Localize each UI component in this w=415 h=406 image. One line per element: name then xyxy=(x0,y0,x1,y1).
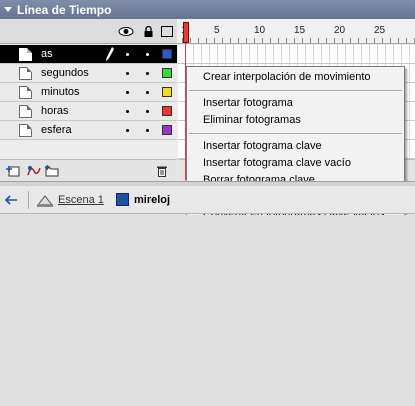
edit-bar: Escena 1 mireloj xyxy=(0,186,415,214)
add-folder-icon[interactable] xyxy=(45,165,59,177)
frame-ruler[interactable]: 1510152025 xyxy=(178,19,415,44)
ruler-label: 15 xyxy=(294,25,306,36)
add-motion-guide-icon[interactable] xyxy=(27,165,41,177)
scene-icon xyxy=(37,195,53,207)
layer-color-swatch[interactable] xyxy=(162,125,172,135)
ruler-tick xyxy=(390,38,391,43)
lock-dot[interactable] xyxy=(146,91,149,94)
add-layer-icon[interactable] xyxy=(6,165,20,177)
ruler-tick xyxy=(302,38,303,43)
menu-item[interactable]: Insertar fotograma clave vacío xyxy=(187,155,404,172)
ruler-tick xyxy=(358,38,359,43)
layer-name: esfera xyxy=(41,124,72,136)
ruler-tick xyxy=(214,38,215,43)
ruler-label: 5 xyxy=(214,25,220,36)
lock-dot[interactable] xyxy=(146,129,149,132)
pencil-icon xyxy=(106,47,114,61)
layer-row[interactable]: horas xyxy=(0,102,177,121)
ruler-tick xyxy=(398,38,399,43)
ruler-tick xyxy=(382,38,383,43)
divider xyxy=(28,191,29,209)
ruler-tick xyxy=(278,38,279,43)
symbol-name[interactable]: mireloj xyxy=(134,194,170,206)
layer-icon xyxy=(19,86,32,99)
layer-header xyxy=(0,19,177,44)
stage-area[interactable] xyxy=(0,215,415,406)
ruler-tick xyxy=(334,38,335,43)
menu-item[interactable]: Insertar fotograma clave xyxy=(187,138,404,155)
ruler-tick xyxy=(270,38,271,43)
lock-icon[interactable] xyxy=(143,26,154,37)
ruler-tick xyxy=(230,38,231,43)
ruler-tick xyxy=(326,38,327,43)
menu-item[interactable]: Crear interpolación de movimiento xyxy=(187,69,404,86)
ruler-tick xyxy=(374,38,375,43)
collapse-triangle-icon[interactable] xyxy=(4,7,12,12)
timeline-panel: as segundos minutos horas esfera 5 10 15… xyxy=(0,19,415,406)
trash-icon[interactable] xyxy=(156,165,168,177)
ruler-tick xyxy=(254,38,255,43)
layer-icon xyxy=(19,124,32,137)
layer-color-swatch[interactable] xyxy=(162,68,172,78)
ruler-tick xyxy=(342,38,343,43)
ruler-label: 10 xyxy=(254,25,266,36)
ruler-label: 25 xyxy=(374,25,386,36)
visibility-dot[interactable] xyxy=(126,129,129,132)
ruler-tick xyxy=(318,38,319,43)
menu-item[interactable]: Eliminar fotogramas xyxy=(187,112,404,129)
ruler-tick xyxy=(406,38,407,43)
layer-name: horas xyxy=(41,105,69,117)
menu-item[interactable]: Insertar fotograma xyxy=(187,95,404,112)
visibility-dot[interactable] xyxy=(126,53,129,56)
layer-name: as xyxy=(41,48,53,60)
movie-clip-icon xyxy=(116,193,129,206)
ruler-tick xyxy=(238,38,239,43)
layer-row[interactable]: as xyxy=(0,45,177,64)
panel-title-bar[interactable]: Línea de Tiempo xyxy=(0,0,415,19)
layer-color-swatch[interactable] xyxy=(162,87,172,97)
layer-toolbar xyxy=(0,159,177,181)
ruler-tick xyxy=(366,38,367,43)
ruler-tick xyxy=(246,38,247,43)
layer-row[interactable]: minutos xyxy=(0,83,177,102)
visibility-dot[interactable] xyxy=(126,72,129,75)
ruler-tick xyxy=(286,38,287,43)
ruler-tick xyxy=(198,38,199,43)
back-arrow-icon[interactable] xyxy=(4,194,18,206)
layer-name: minutos xyxy=(41,86,80,98)
layer-color-swatch[interactable] xyxy=(162,106,172,116)
layer-color-swatch[interactable] xyxy=(162,49,172,59)
lock-dot[interactable] xyxy=(146,72,149,75)
layer-icon xyxy=(19,48,32,61)
ruler-tick xyxy=(206,38,207,43)
lock-dot[interactable] xyxy=(146,53,149,56)
ruler-tick xyxy=(262,38,263,43)
ruler-tick xyxy=(222,38,223,43)
menu-separator xyxy=(187,129,404,138)
app-window: Línea de Tiempo as segundos minutos hora… xyxy=(0,0,415,406)
menu-separator xyxy=(187,86,404,95)
layer-icon xyxy=(19,105,32,118)
scene-link[interactable]: Escena 1 xyxy=(58,194,104,206)
eye-icon[interactable] xyxy=(118,26,134,37)
ruler-tick xyxy=(310,38,311,43)
layer-name: segundos xyxy=(41,67,89,79)
ruler-tick xyxy=(190,38,191,43)
visibility-dot[interactable] xyxy=(126,110,129,113)
layer-row[interactable]: segundos xyxy=(0,64,177,83)
ruler-tick xyxy=(294,38,295,43)
outline-icon[interactable] xyxy=(161,26,173,37)
layer-list: as segundos minutos horas esfera xyxy=(0,45,177,140)
ruler-tick xyxy=(350,38,351,43)
panel-title: Línea de Tiempo xyxy=(17,2,112,17)
visibility-dot[interactable] xyxy=(126,91,129,94)
layer-icon xyxy=(19,67,32,80)
lock-dot[interactable] xyxy=(146,110,149,113)
ruler-label: 20 xyxy=(334,25,346,36)
layer-row[interactable]: esfera xyxy=(0,121,177,140)
